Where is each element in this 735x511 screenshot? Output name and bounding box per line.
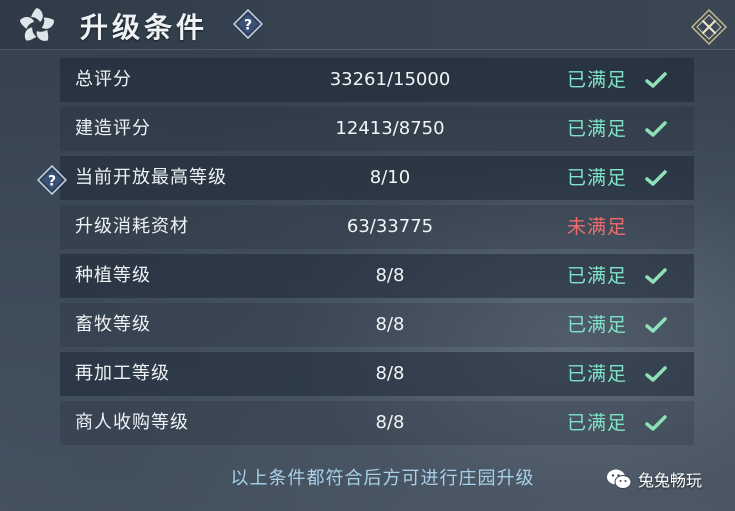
- svg-text:?: ?: [48, 174, 56, 190]
- condition-label: 畜牧等级: [75, 314, 151, 335]
- condition-status: 未满足: [567, 216, 628, 238]
- check-icon: [645, 317, 667, 333]
- spiral-emblem-icon: [19, 8, 55, 41]
- condition-status: 已满足: [567, 265, 628, 287]
- condition-label: 升级消耗资材: [75, 216, 189, 237]
- condition-label: 当前开放最高等级: [75, 167, 227, 188]
- condition-value: 8/8: [375, 363, 405, 384]
- condition-row: 畜牧等级 8/8 已满足: [60, 303, 694, 347]
- condition-label: 建造评分: [75, 118, 151, 139]
- condition-status: 已满足: [567, 412, 628, 434]
- conditions-table: 总评分 33261/15000 已满足 建造评分 12413/8750 已满足 …: [60, 58, 694, 450]
- check-icon: [645, 121, 667, 137]
- condition-value: 8/8: [375, 412, 405, 433]
- page-title: 升级条件: [80, 11, 209, 44]
- condition-value: 8/8: [375, 314, 405, 335]
- condition-value: 8/8: [375, 265, 405, 286]
- check-icon: [645, 366, 667, 382]
- check-icon: [645, 72, 667, 88]
- condition-value: 63/33775: [346, 216, 434, 237]
- check-icon: [645, 415, 667, 431]
- condition-label: 总评分: [75, 69, 132, 90]
- condition-status: 已满足: [567, 69, 628, 91]
- watermark-text: 兔兔畅玩: [638, 471, 703, 490]
- close-button[interactable]: [690, 8, 728, 46]
- condition-label: 再加工等级: [75, 363, 170, 384]
- condition-row: 建造评分 12413/8750 已满足: [60, 107, 694, 151]
- help-button[interactable]: ?: [233, 9, 263, 39]
- condition-status: 已满足: [567, 118, 628, 140]
- condition-row: 当前开放最高等级 8/10 已满足: [60, 156, 694, 200]
- condition-status: 已满足: [567, 314, 628, 336]
- condition-status: 已满足: [567, 167, 628, 189]
- condition-value: 8/10: [369, 167, 411, 188]
- condition-label: 商人收购等级: [75, 412, 189, 433]
- condition-row: 商人收购等级 8/8 已满足: [60, 401, 694, 445]
- level-help-button[interactable]: ?: [37, 165, 67, 195]
- watermark: 兔兔畅玩: [606, 466, 702, 492]
- condition-status: 已满足: [567, 363, 628, 385]
- condition-value: 12413/8750: [335, 118, 445, 139]
- condition-row: 再加工等级 8/8 已满足: [60, 352, 694, 396]
- condition-row: 总评分 33261/15000 已满足: [60, 58, 694, 102]
- condition-row: 种植等级 8/8 已满足: [60, 254, 694, 298]
- check-icon: [645, 170, 667, 186]
- wechat-icon: [607, 469, 632, 489]
- check-icon: [645, 268, 667, 284]
- svg-text:?: ?: [244, 18, 252, 34]
- condition-row: 升级消耗资材 63/33775 未满足: [60, 205, 694, 249]
- condition-label: 种植等级: [75, 265, 151, 286]
- condition-value: 33261/15000: [329, 69, 451, 90]
- panel-header: 升级条件 ?: [0, 0, 735, 50]
